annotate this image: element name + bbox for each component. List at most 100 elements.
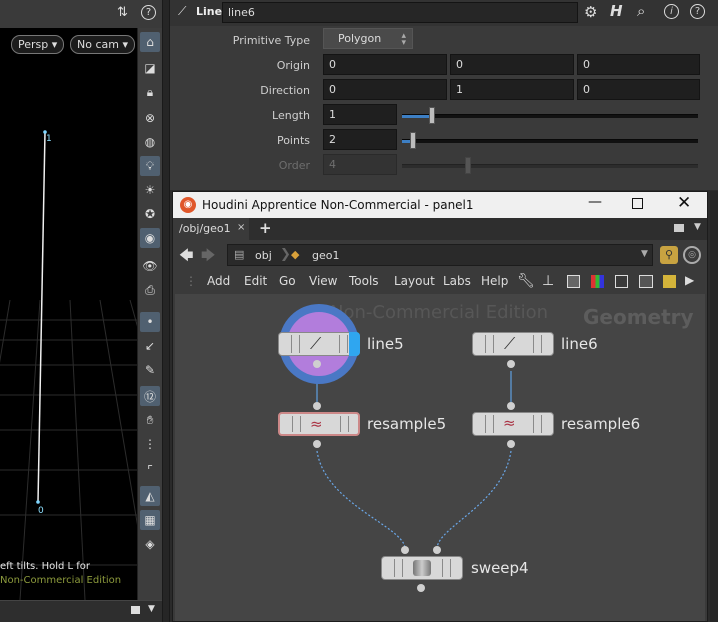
output-connector[interactable]: [507, 440, 515, 448]
list-view-icon[interactable]: [567, 275, 580, 288]
add-tab-icon[interactable]: +: [259, 219, 272, 237]
node-name-field[interactable]: line6: [222, 2, 578, 23]
persp-button[interactable]: Persp ▾: [11, 35, 65, 54]
points-slider[interactable]: [402, 132, 698, 149]
point-numbers-icon[interactable]: ⋮: [140, 434, 160, 454]
node-sweep4[interactable]: [381, 556, 463, 580]
close-icon[interactable]: ⊗: [140, 108, 160, 128]
output-connector[interactable]: [313, 440, 321, 448]
menu-view[interactable]: View: [309, 274, 337, 288]
shading-icon[interactable]: ◍: [140, 132, 160, 152]
path-dropdown-icon[interactable]: ▼: [641, 249, 648, 259]
menu-help[interactable]: Help: [481, 274, 508, 288]
grid-view-icon[interactable]: [615, 275, 628, 288]
length-field[interactable]: 1: [323, 104, 397, 125]
network-canvas[interactable]: Non-Commercial Edition Geometry ⟋ line5 …: [175, 294, 705, 621]
menu-edit[interactable]: Edit: [244, 274, 267, 288]
view-eye-icon[interactable]: 👁︎: [140, 256, 160, 276]
tab-close-icon[interactable]: ×: [237, 222, 245, 233]
checker-icon[interactable]: ▦: [140, 510, 160, 530]
breadcrumb-geo1[interactable]: geo1: [312, 249, 339, 262]
menu-add[interactable]: Add: [207, 274, 230, 288]
output-connector[interactable]: [417, 584, 425, 592]
node-resample5[interactable]: ≈: [278, 412, 360, 436]
layout-icon[interactable]: [131, 606, 140, 614]
image-icon[interactable]: [639, 275, 653, 288]
houdini-h-icon[interactable]: H: [610, 2, 623, 20]
numbers-icon[interactable]: ⑫: [140, 386, 160, 406]
right-scrollbar[interactable]: [710, 191, 718, 622]
visibility-icon[interactable]: ◈: [140, 534, 160, 554]
length-slider-handle[interactable]: [429, 107, 435, 124]
help-icon[interactable]: ?: [141, 5, 156, 20]
corner-icon[interactable]: ⌜: [140, 460, 160, 480]
forward-arrow-icon[interactable]: 🡆: [201, 245, 215, 269]
input-connector[interactable]: [401, 546, 409, 554]
snap-icon[interactable]: ◪: [140, 58, 160, 78]
back-arrow-icon[interactable]: 🡄: [179, 245, 193, 269]
menu-more-icon[interactable]: ▶: [685, 273, 694, 287]
direction-y-field[interactable]: 1: [450, 79, 574, 100]
pane-layout-icon[interactable]: [674, 224, 684, 232]
menu-go[interactable]: Go: [279, 274, 296, 288]
wrench-icon[interactable]: 🔧︎: [517, 273, 535, 289]
select-icon[interactable]: ⌂: [140, 32, 160, 52]
length-slider-fill: [402, 115, 432, 118]
minimize-icon[interactable]: —: [588, 194, 602, 210]
input-connector[interactable]: [433, 546, 441, 554]
pin-icon[interactable]: ⚲: [660, 246, 678, 264]
maximize-icon[interactable]: [632, 198, 643, 209]
camera-button[interactable]: No cam ▾: [70, 35, 135, 54]
window-close-icon[interactable]: ✕: [677, 193, 691, 213]
menu-tools[interactable]: Tools: [349, 274, 379, 288]
output-connector[interactable]: [507, 360, 515, 368]
point-icon[interactable]: •: [140, 312, 160, 332]
tab-menu-icon[interactable]: ▼: [694, 222, 701, 232]
color-palette-icon[interactable]: [591, 275, 604, 288]
brush-icon[interactable]: ✎: [140, 360, 160, 380]
gear-icon[interactable]: ⚙: [584, 3, 597, 21]
node-line5[interactable]: ⟋: [278, 332, 360, 356]
direction-x-field[interactable]: 0: [323, 79, 447, 100]
link-icon[interactable]: ◎: [683, 246, 701, 264]
breadcrumb-obj[interactable]: obj: [255, 249, 272, 262]
primitive-type-select[interactable]: Polygon ▴ ▾: [323, 28, 413, 49]
node-resample6[interactable]: ≈: [472, 412, 554, 436]
lock-icon[interactable]: 🔒︎: [140, 82, 160, 102]
points-field[interactable]: 2: [323, 129, 397, 150]
info-icon[interactable]: i: [664, 4, 679, 19]
camera-light-icon[interactable]: ✪: [140, 204, 160, 224]
path-breadcrumb[interactable]: ▤ obj ❯ ◆ geo1 ▼: [227, 244, 653, 266]
chevron-down-icon[interactable]: ▼: [148, 604, 155, 614]
origin-z-field[interactable]: 0: [577, 54, 700, 75]
input-connector[interactable]: [313, 402, 321, 410]
param-help-icon[interactable]: ?: [690, 4, 705, 19]
node-line6[interactable]: ⟋: [472, 332, 554, 356]
scene-viewport[interactable]: 1 0 eft tilts. Hold L for Non-Commercial…: [0, 0, 137, 622]
menu-labs[interactable]: Labs: [443, 274, 471, 288]
sphere-icon[interactable]: ◉: [140, 228, 160, 248]
display-flag[interactable]: [349, 332, 360, 356]
edge-icon[interactable]: ↙: [140, 336, 160, 356]
wireframe-icon[interactable]: ◭: [140, 486, 160, 506]
display-options-icon[interactable]: ⇅: [117, 5, 128, 20]
search-icon[interactable]: ⌕: [637, 2, 645, 20]
light-icon[interactable]: 💡︎: [140, 156, 160, 176]
headlight-icon[interactable]: ☀: [140, 180, 160, 200]
length-slider[interactable]: [402, 107, 698, 124]
output-connector[interactable]: [313, 360, 321, 368]
pane-divider[interactable]: [162, 0, 170, 622]
input-connector[interactable]: [507, 402, 515, 410]
viewport-toolbar: ⌂ ◪ 🔒︎ ⊗ ◍ 💡︎ ☀ ✪ ◉ 👁︎ ⎙ • ↙ ✎ ⑫ ✋︎ ⋮ ⌜ …: [137, 28, 162, 600]
sticky-note-icon[interactable]: [663, 275, 676, 288]
tab-obj-geo1[interactable]: /obj/geo1 ×: [173, 218, 249, 240]
points-slider-handle[interactable]: [410, 132, 416, 149]
hand-icon[interactable]: ✋︎: [140, 410, 160, 430]
tree-icon[interactable]: ⊥: [542, 273, 554, 289]
window-titlebar[interactable]: ◉ Houdini Apprentice Non-Commercial - pa…: [173, 192, 707, 218]
direction-z-field[interactable]: 0: [577, 79, 700, 100]
camera-icon[interactable]: ⎙: [140, 280, 160, 300]
origin-x-field[interactable]: 0: [323, 54, 447, 75]
menu-layout[interactable]: Layout: [394, 274, 435, 288]
origin-y-field[interactable]: 0: [450, 54, 574, 75]
